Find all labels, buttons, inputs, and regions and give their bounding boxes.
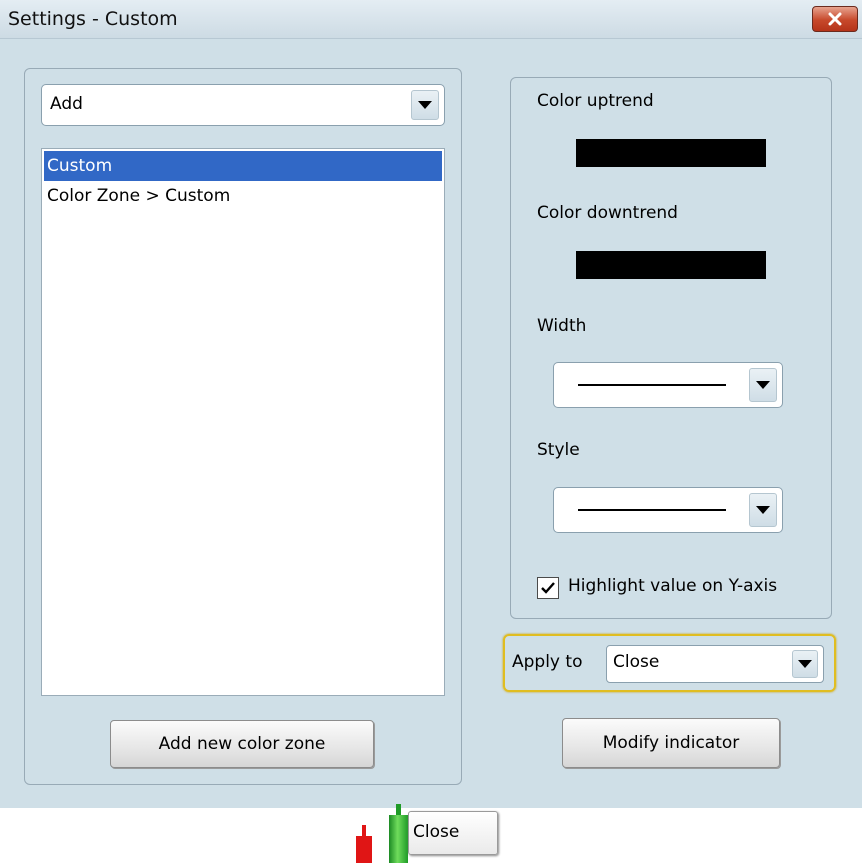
highlight-y-axis-label: Highlight value on Y-axis bbox=[568, 576, 778, 596]
modify-indicator-label: Modify indicator bbox=[602, 733, 740, 753]
add-dropdown-value: Add bbox=[50, 94, 83, 114]
chevron-down-icon[interactable] bbox=[749, 368, 777, 402]
highlight-y-axis-checkbox[interactable] bbox=[537, 577, 559, 599]
line-width-preview bbox=[578, 384, 726, 386]
style-dropdown[interactable] bbox=[553, 487, 783, 533]
close-window-button[interactable] bbox=[812, 6, 858, 32]
color-downtrend-label: Color downtrend bbox=[537, 203, 678, 223]
settings-dialog: Settings - Custom Add Custom Color Zone … bbox=[0, 0, 862, 808]
chevron-down-icon[interactable] bbox=[792, 650, 818, 678]
color-downtrend-swatch[interactable] bbox=[576, 251, 766, 279]
close-icon bbox=[828, 12, 842, 26]
list-item-custom[interactable]: Custom bbox=[44, 151, 442, 181]
chevron-down-icon[interactable] bbox=[749, 493, 777, 527]
add-new-color-zone-label: Add new color zone bbox=[158, 734, 326, 754]
close-price-label: Close bbox=[413, 822, 460, 842]
chevron-down-icon[interactable] bbox=[411, 90, 439, 120]
color-zone-list[interactable]: Custom Color Zone > Custom bbox=[41, 148, 445, 696]
width-label: Width bbox=[537, 316, 587, 336]
window-title: Settings - Custom bbox=[8, 8, 178, 30]
add-new-color-zone-button[interactable]: Add new color zone bbox=[110, 720, 374, 768]
style-label: Style bbox=[537, 440, 580, 460]
modify-indicator-button[interactable]: Modify indicator bbox=[562, 718, 780, 768]
close-price-tooltip[interactable]: Close bbox=[408, 811, 498, 855]
color-uptrend-swatch[interactable] bbox=[576, 139, 766, 167]
width-dropdown[interactable] bbox=[553, 362, 783, 408]
title-bar[interactable]: Settings - Custom bbox=[0, 0, 862, 39]
apply-to-dropdown[interactable]: Close bbox=[606, 645, 824, 683]
add-dropdown[interactable]: Add bbox=[41, 84, 445, 126]
candle-up bbox=[389, 815, 408, 863]
checkmark-icon bbox=[541, 582, 555, 594]
list-item-color-zone-custom[interactable]: Color Zone > Custom bbox=[44, 181, 442, 211]
apply-to-label: Apply to bbox=[512, 652, 583, 672]
candle-down bbox=[356, 836, 372, 863]
line-style-preview bbox=[578, 509, 726, 511]
color-uptrend-label: Color uptrend bbox=[537, 91, 654, 111]
apply-to-value: Close bbox=[613, 652, 660, 672]
